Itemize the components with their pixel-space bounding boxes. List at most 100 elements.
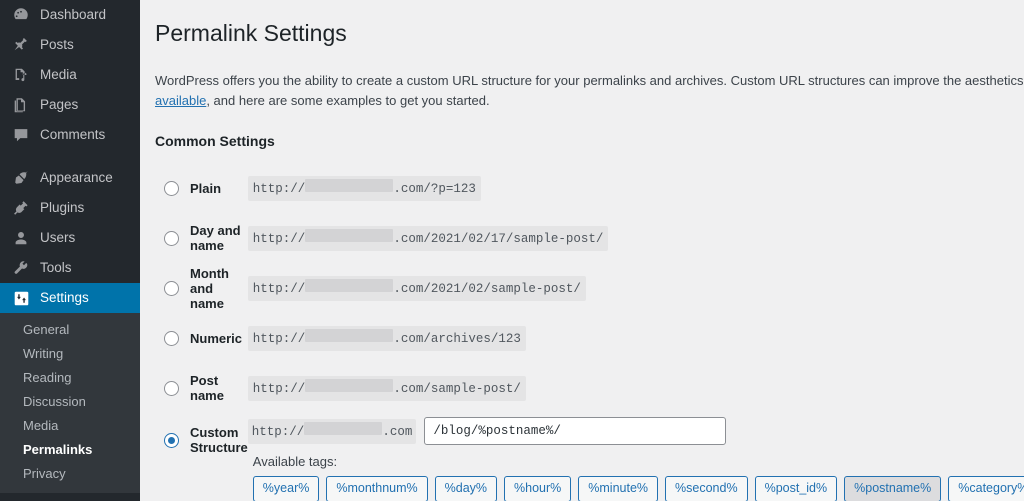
submenu-item-privacy[interactable]: Privacy (0, 462, 140, 486)
custom-structure-site-prefix: http:// .com (247, 418, 417, 444)
users-icon (11, 228, 31, 248)
permalink-option-label-cell: Numeric (155, 313, 248, 363)
radio-option-label: Custom Structure (190, 425, 248, 456)
submenu-item-media[interactable]: Media (0, 414, 140, 438)
example-path: .com/2021/02/17/sample-post/ (393, 231, 604, 246)
appearance-brush-icon (11, 168, 31, 188)
sidebar-item-label: Dashboard (40, 7, 107, 22)
sidebar-item-tools[interactable]: Tools (0, 253, 140, 283)
permalink-example-cell: http:// .com/2021/02/sample-post/ (247, 263, 1024, 313)
redacted-domain (305, 228, 394, 242)
submenu-item-reading[interactable]: Reading (0, 366, 140, 390)
radio-indicator[interactable] (164, 380, 179, 396)
sidebar-separator (0, 150, 140, 163)
permalink-option-label-cell: Day and name (155, 213, 248, 263)
custom-structure-input[interactable] (424, 417, 727, 446)
redacted-domain (305, 328, 394, 342)
example-path: .com/archives/123 (393, 331, 521, 346)
permalink-example-url: http:// .com/sample-post/ (247, 375, 526, 401)
radio-option-label: Day and name (190, 223, 241, 254)
radio-option-month-and-name[interactable]: Month and name (164, 266, 248, 311)
common-settings-heading: Common Settings (155, 133, 275, 150)
pages-icon (11, 95, 31, 115)
custom-structure-input-row: http:// .com (247, 417, 1024, 446)
submenu-item-permalinks[interactable]: Permalinks (0, 438, 140, 462)
permalink-example-url: http:// .com/archives/123 (247, 325, 526, 351)
sidebar-item-label: Settings (40, 290, 89, 305)
radio-indicator[interactable] (164, 330, 179, 346)
permalink-option-row: Month and name http:// .com/2021/02/sample… (155, 263, 1024, 313)
admin-sidebar: Dashboard Posts Media Pages Comments Appearan… (0, 0, 148, 501)
intro-line-2: available, and here are some examples to… (155, 91, 1024, 111)
available-tags-block: Available tags: %year% %monthnum% %day% %hou… (248, 454, 1024, 501)
sidebar-item-pages[interactable]: Pages (0, 90, 140, 120)
sidebar-item-appearance[interactable]: Appearance (0, 163, 140, 193)
example-path: .com/2021/02/sample-post/ (393, 281, 581, 296)
submenu-item-discussion[interactable]: Discussion (0, 390, 140, 414)
radio-option-custom-structure[interactable]: Custom Structure (164, 425, 248, 455)
tag-button-second[interactable]: %second% (665, 476, 748, 501)
sidebar-item-label: Posts (40, 37, 74, 52)
submenu-item-general[interactable]: General (0, 318, 140, 342)
custom-structure-row: Custom Structurehttp:// .com Available tag… (155, 413, 1024, 501)
permalink-example-cell: http:// .com/archives/123 (247, 313, 1024, 363)
tools-wrench-icon (11, 258, 31, 278)
sidebar-item-settings[interactable]: Settings (0, 283, 148, 313)
sidebar-menu-list: Dashboard Posts Media Pages Comments Appearan… (0, 0, 148, 313)
radio-option-day-and-name[interactable]: Day and name (164, 223, 248, 253)
example-scheme: http:// (252, 331, 306, 346)
pin-icon (11, 35, 31, 55)
permalink-option-row: Day and name http:// .com/2021/02/17/sampl… (155, 213, 1024, 263)
settings-sliders-icon (11, 288, 31, 308)
radio-option-numeric[interactable]: Numeric (164, 330, 248, 346)
sidebar-item-posts[interactable]: Posts (0, 30, 140, 60)
radio-option-post-name[interactable]: Post name (164, 373, 248, 403)
sidebar-item-dashboard[interactable]: Dashboard (0, 0, 140, 30)
permalink-example-cell: http:// .com/2021/02/17/sample-post/ (247, 213, 1024, 263)
sidebar-item-label: Tools (40, 260, 72, 275)
sidebar-item-users[interactable]: Users (0, 223, 140, 253)
tag-button-monthnum[interactable]: %monthnum% (326, 476, 428, 501)
tag-button-minute[interactable]: %minute% (578, 476, 659, 501)
radio-indicator[interactable] (164, 180, 179, 196)
custom-structure-input-cell: http:// .com Available tags: %year%%monthnu… (247, 413, 1024, 501)
available-tags-link[interactable]: available (155, 93, 206, 108)
sidebar-item-plugins[interactable]: Plugins (0, 193, 140, 223)
plugins-plug-icon (11, 198, 31, 218)
redacted-domain (304, 421, 383, 435)
prefix-tld: .com (382, 424, 413, 439)
permalink-option-label-cell: Post name (155, 363, 248, 413)
example-scheme: http:// (252, 231, 306, 246)
permalink-example-cell: http:// .com/sample-post/ (247, 363, 1024, 413)
sidebar-item-label: Media (40, 67, 77, 82)
example-path: .com/sample-post/ (393, 381, 521, 396)
submenu-item-writing[interactable]: Writing (0, 342, 140, 366)
example-path: .com/?p=123 (393, 181, 476, 196)
dashboard-icon (11, 5, 31, 25)
sidebar-item-comments[interactable]: Comments (0, 120, 140, 150)
sidebar-item-label: Plugins (40, 200, 85, 215)
available-tags-label: Available tags: (252, 454, 338, 470)
sidebar-item-label: Pages (40, 97, 79, 112)
permalink-options-table: Plain http://.com/?p=123 Day and name http:… (155, 163, 1024, 501)
intro-paragraph: WordPress offers you the ability to crea… (155, 71, 1024, 111)
tag-button-day[interactable]: %day% (434, 476, 498, 501)
media-icon (11, 65, 31, 85)
permalink-example-url: http:// .com/2021/02/17/sample-post/ (247, 225, 609, 251)
tag-button-category[interactable]: %category% (948, 476, 1024, 501)
available-tags-row: %year% %monthnum% %day% %hour% %minute% %seco… (252, 476, 1024, 501)
prefix-scheme: http:// (251, 424, 305, 439)
tag-button-year[interactable]: %year% (252, 476, 320, 501)
tag-button-postname[interactable]: %postname% (844, 476, 942, 501)
sidebar-item-media[interactable]: Media (0, 60, 140, 90)
tag-button-hour[interactable]: %hour% (504, 476, 572, 501)
permalink-option-row: Plain http:// .com/?p=123 (155, 163, 1024, 213)
radio-indicator[interactable] (164, 280, 179, 296)
tag-button-post_id[interactable]: %post_id% (754, 476, 838, 501)
radio-option-plain[interactable]: Plain (164, 180, 248, 196)
intro-line-2-rest: , and here are some examples to get you … (206, 93, 490, 109)
radio-option-label: Month and name (190, 265, 229, 311)
permalink-option-row: Numeric http:// .com/archives/123 (155, 313, 1024, 363)
radio-indicator[interactable] (164, 432, 179, 448)
radio-indicator[interactable] (164, 230, 179, 246)
